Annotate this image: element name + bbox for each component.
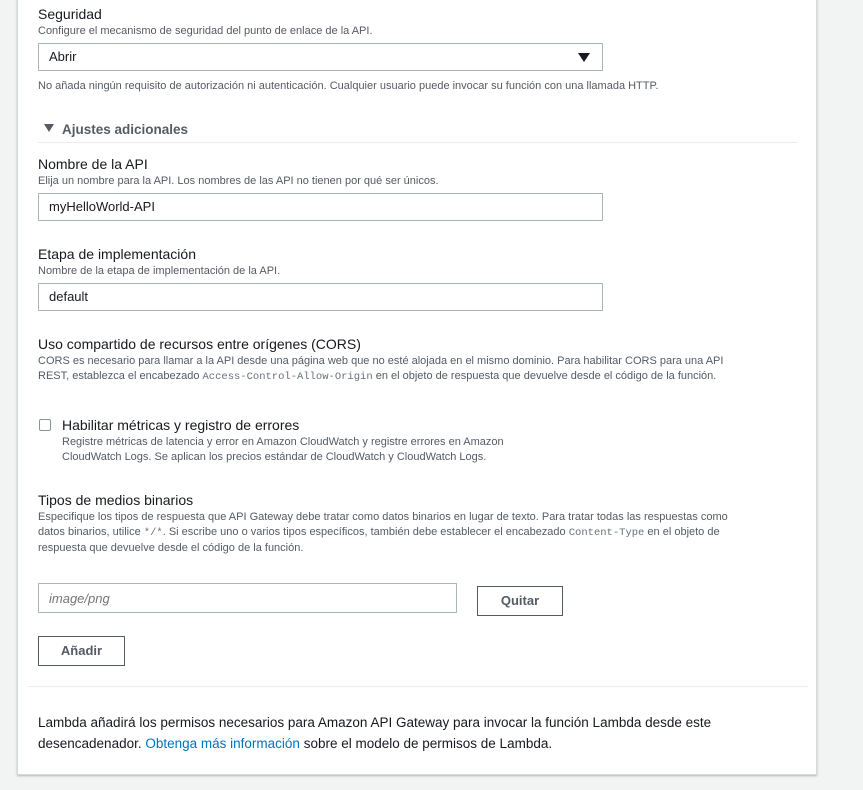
metrics-label: Habilitar métricas y registro de errores bbox=[62, 417, 300, 433]
cors-header-code: Access-Control-Allow-Origin bbox=[202, 371, 373, 383]
additional-settings-toggle[interactable]: Ajustes adicionales bbox=[38, 120, 238, 140]
security-help-text: No añada ningún requisito de autorizació… bbox=[38, 80, 659, 92]
api-name-description: Elija un nombre para la API. Los nombres… bbox=[38, 175, 439, 187]
security-label: Seguridad bbox=[38, 6, 102, 22]
permissions-note-line1: Lambda añadirá los permisos necesarios p… bbox=[38, 715, 712, 730]
additional-settings-label: Ajustes adicionales bbox=[62, 122, 189, 137]
stage-input[interactable]: default bbox=[38, 283, 603, 311]
stage-label: Etapa de implementación bbox=[38, 246, 196, 262]
add-button[interactable]: Añadir bbox=[38, 636, 125, 666]
permissions-note-pre: desencadenador. bbox=[38, 736, 142, 751]
cors-description-line2: REST, establezca el encabezado Access-Co… bbox=[38, 369, 716, 385]
binary-type-input[interactable] bbox=[38, 583, 457, 613]
cors-desc-post: en el objeto de respuesta que devuelve d… bbox=[375, 370, 717, 382]
permissions-note-post: sobre el modelo de permisos de Lambda. bbox=[303, 736, 553, 751]
cors-desc-pre: REST, establezca el encabezado bbox=[38, 370, 200, 382]
metrics-checkbox[interactable] bbox=[39, 419, 51, 431]
metrics-description-line2: CloudWatch Logs. Se aplican los precios … bbox=[62, 451, 487, 463]
metrics-description-line1: Registre métricas de latencia y error en… bbox=[62, 436, 504, 448]
binary-types-label: Tipos de medios binarios bbox=[38, 492, 194, 508]
security-description: Configure el mecanismo de seguridad del … bbox=[38, 25, 373, 37]
binary-desc-post: en el objeto de bbox=[647, 526, 720, 538]
security-select[interactable]: Abrir bbox=[38, 43, 603, 71]
wildcard-code: */* bbox=[143, 527, 163, 539]
chevron-down-icon bbox=[578, 53, 590, 62]
security-select-value: Abrir bbox=[49, 49, 77, 64]
api-name-label: Nombre de la API bbox=[38, 156, 148, 172]
divider bbox=[28, 686, 808, 687]
binary-description-line1: Especifique los tipos de respuesta que A… bbox=[38, 511, 728, 523]
api-name-value: myHelloWorld-API bbox=[49, 199, 155, 214]
permissions-note-line2: desencadenador. Obtenga más información … bbox=[38, 733, 552, 754]
api-name-input[interactable]: myHelloWorld-API bbox=[38, 193, 603, 221]
content-type-code: Content-Type bbox=[568, 527, 645, 539]
stage-description: Nombre de la etapa de implementación de … bbox=[38, 265, 281, 277]
learn-more-link[interactable]: Obtenga más información bbox=[145, 736, 300, 751]
binary-description-line2: datos binarios, utilice */*. Si escribe … bbox=[38, 525, 720, 541]
stage-value: default bbox=[49, 289, 89, 304]
trigger-config-panel: Seguridad Configure el mecanismo de segu… bbox=[17, 0, 817, 775]
divider bbox=[38, 142, 798, 143]
binary-description-line3: respuesta que devuelve desde el código d… bbox=[38, 542, 304, 554]
remove-button[interactable]: Quitar bbox=[477, 586, 563, 616]
caret-down-icon bbox=[44, 124, 54, 132]
cors-description-line1: CORS es necesario para llamar a la API d… bbox=[38, 355, 724, 367]
binary-desc-pre: datos binarios, utilice bbox=[38, 526, 141, 538]
binary-desc-mid: . Si escribe uno o varios tipos específi… bbox=[162, 526, 566, 538]
cors-label: Uso compartido de recursos entre orígene… bbox=[38, 336, 361, 352]
